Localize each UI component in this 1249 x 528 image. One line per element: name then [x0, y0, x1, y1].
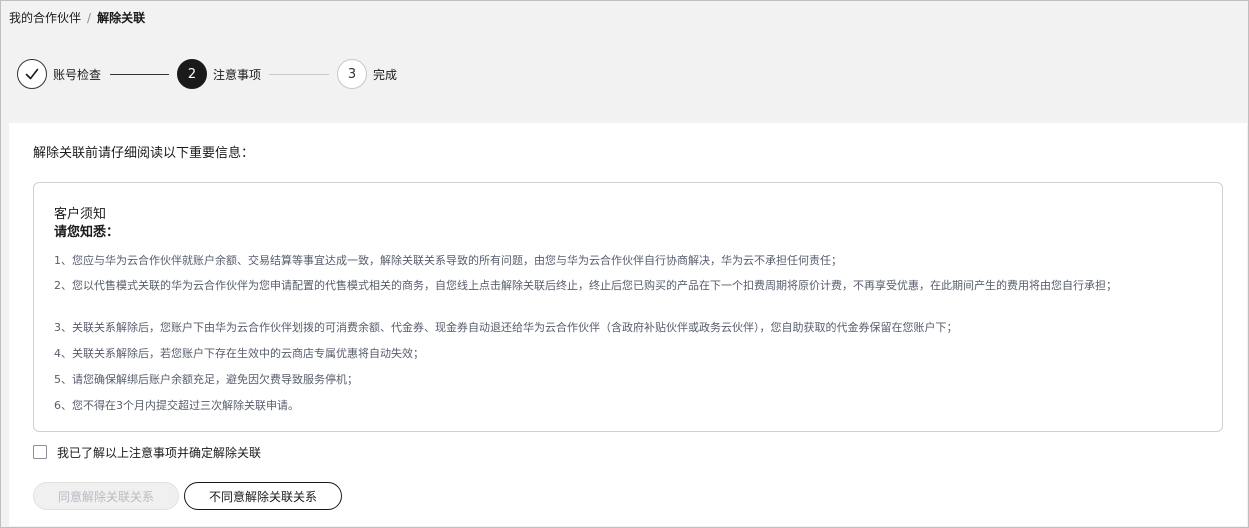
step-2-label: 注意事项: [213, 68, 262, 82]
notice-item: 1、您应与华为云合作伙伴就账户余额、交易结算等事宜达成一致，解除关联关系导致的所…: [54, 254, 842, 267]
progress-steps: 账号检查 2 注意事项 3 完成: [16, 59, 416, 91]
step-1-done-indicator: [17, 59, 47, 89]
agree-checkbox[interactable]: [33, 445, 47, 459]
breadcrumb-parent-link[interactable]: 我的合作伙伴: [9, 11, 81, 25]
intro-text: 解除关联前请仔细阅读以下重要信息：: [33, 146, 255, 161]
breadcrumb-current: 解除关联: [97, 11, 146, 25]
agree-unbind-button[interactable]: 同意解除关联关系: [33, 482, 179, 510]
step-1-label: 账号检查: [53, 68, 102, 82]
breadcrumb: 我的合作伙伴 / 解除关联: [9, 10, 145, 26]
notice-item: 2、您以代售模式关联的华为云合作伙伴为您申请配置的代售模式相关的商务，自您线上点…: [54, 279, 1117, 292]
notice-subtitle: 请您知悉：: [54, 225, 120, 240]
step-3-label: 完成: [373, 68, 398, 82]
main-panel: 解除关联前请仔细阅读以下重要信息： 客户须知 请您知悉： 1、您应与华为云合作伙…: [9, 123, 1247, 526]
step-connector-2: [269, 74, 329, 75]
notice-item: 5、请您确保解绑后账户余额充足，避免因欠费导致服务停机；: [54, 373, 358, 386]
check-icon: [25, 68, 39, 80]
notice-item: 4、关联关系解除后，若您账户下存在生效中的云商店专属优惠将自动失效；: [54, 347, 424, 360]
step-2-number: 2: [177, 59, 207, 89]
notice-item: 6、您不得在3个月内提交超过三次解除关联申请。: [54, 399, 299, 412]
breadcrumb-separator: /: [87, 11, 92, 25]
notice-item: 3、关联关系解除后，您账户下由华为云合作伙伴划拨的可消费余额、代金券、现金券自动…: [54, 321, 958, 334]
disagree-unbind-button[interactable]: 不同意解除关联关系: [184, 482, 342, 510]
agree-checkbox-label[interactable]: 我已了解以上注意事项并确定解除关联: [57, 445, 261, 461]
notice-box: 客户须知 请您知悉： 1、您应与华为云合作伙伴就账户余额、交易结算等事宜达成一致…: [33, 182, 1223, 432]
notice-title: 客户须知: [54, 207, 107, 222]
step-3-number: 3: [337, 59, 367, 89]
step-connector-1: [110, 74, 169, 75]
